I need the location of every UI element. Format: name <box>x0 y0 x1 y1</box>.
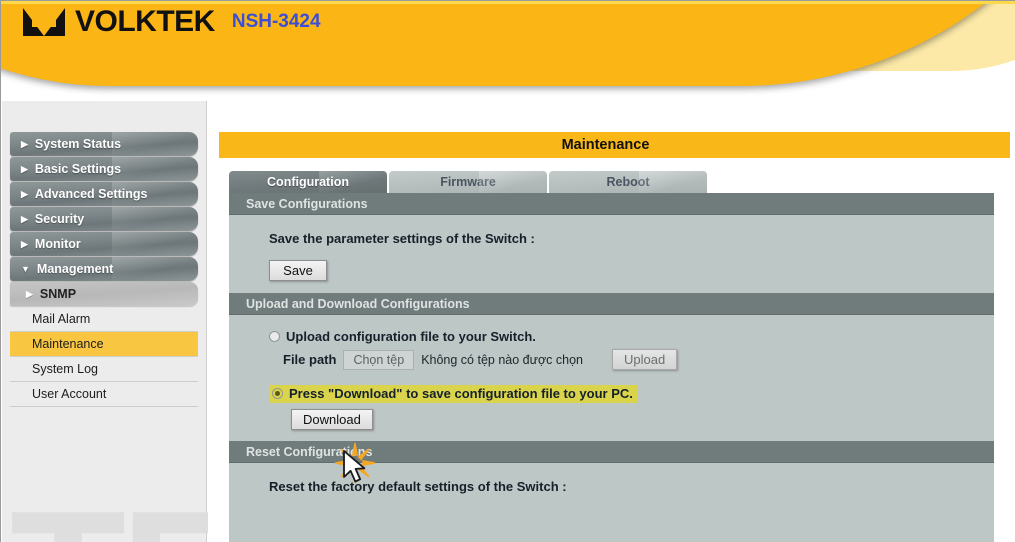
upload-radio-button[interactable] <box>269 331 280 342</box>
section-header-save-configurations: Save Configurations <box>229 193 994 215</box>
section-body-upload-download: Upload configuration file to your Switch… <box>229 315 994 440</box>
reset-description: Reset the factory default settings of th… <box>269 479 567 494</box>
sidebar-item-snmp[interactable]: ▶ SNMP <box>10 282 198 306</box>
download-option-highlight: Press "Download" to save configuration f… <box>269 385 637 403</box>
no-file-chosen-text: Không có tệp nào được chọn <box>421 352 584 367</box>
sidebar-item-monitor[interactable]: ▶ Monitor <box>10 232 198 256</box>
browser-page: VOLKTEK NSH-3424 TEK ▶ System Status ▶ B… <box>0 0 1015 542</box>
sidebar-item-user-account[interactable]: User Account <box>10 382 198 407</box>
section-body-reset: Reset the factory default settings of th… <box>229 463 994 506</box>
page-header-banner: VOLKTEK NSH-3424 <box>1 1 1015 101</box>
section-body-save-configurations: Save the parameter settings of the Switc… <box>229 215 994 293</box>
sidebar-item-label: Basic Settings <box>34 162 122 176</box>
chevron-right-icon: ▶ <box>21 188 28 199</box>
sidebar-item-label: System Log <box>32 362 99 376</box>
choose-file-button[interactable]: Chọn tệp <box>343 349 415 370</box>
sidebar-item-basic-settings[interactable]: ▶ Basic Settings <box>10 157 198 181</box>
sidebar-item-label: Advanced Settings <box>34 187 148 201</box>
save-button[interactable]: Save <box>269 260 327 281</box>
sidebar: TEK ▶ System Status ▶ Basic Settings ▶ A… <box>2 101 210 542</box>
tab-reboot[interactable]: Reboot <box>549 171 707 193</box>
device-model: NSH-3424 <box>231 11 321 32</box>
brand-logo[interactable]: VOLKTEK NSH-3424 <box>23 7 321 37</box>
download-option-label: Press "Download" to save configuration f… <box>289 386 633 401</box>
sidebar-item-label: Maintenance <box>32 337 104 351</box>
brand-name: VOLKTEK <box>75 5 215 38</box>
sidebar-item-management[interactable]: ▼ Management <box>10 257 198 281</box>
chevron-right-icon: ▶ <box>21 138 28 149</box>
chevron-right-icon: ▶ <box>21 238 28 249</box>
sidebar-item-label: Management <box>36 262 114 276</box>
sidebar-item-system-log[interactable]: System Log <box>10 357 198 382</box>
chevron-right-icon: ▶ <box>21 213 28 224</box>
sidebar-item-label: User Account <box>32 387 107 401</box>
banner-top-line <box>1 1 1015 4</box>
section-header-reset-configurations: Reset Configurations <box>229 441 994 463</box>
save-description: Save the parameter settings of the Switc… <box>269 231 535 246</box>
section-header-upload-download-configurations: Upload and Download Configurations <box>229 293 994 315</box>
volktek-v-mark-icon <box>23 8 66 36</box>
sidebar-menu: ▶ System Status ▶ Basic Settings ▶ Advan… <box>10 132 198 407</box>
sidebar-item-label: Mail Alarm <box>32 312 91 326</box>
tab-firmware[interactable]: Firmware <box>389 171 547 193</box>
main-content: Maintenance Configuration Firmware Reboo… <box>208 101 1015 542</box>
sidebar-item-label: Security <box>34 212 85 226</box>
tab-label: Configuration <box>267 175 349 189</box>
sidebar-item-label: Monitor <box>34 237 81 251</box>
page-title: Maintenance <box>219 132 1010 158</box>
brand-watermark: TEK <box>10 503 210 542</box>
chevron-down-icon: ▼ <box>21 263 30 274</box>
download-radio-button[interactable] <box>272 388 283 399</box>
sidebar-item-maintenance[interactable]: Maintenance <box>10 332 198 357</box>
sidebar-item-advanced-settings[interactable]: ▶ Advanced Settings <box>10 182 198 206</box>
sidebar-item-label: SNMP <box>39 287 77 301</box>
upload-button[interactable]: Upload <box>612 349 678 370</box>
sidebar-item-system-status[interactable]: ▶ System Status <box>10 132 198 156</box>
tab-label: Firmware <box>440 175 496 189</box>
download-option-row[interactable]: Press "Download" to save configuration f… <box>269 385 994 403</box>
upload-option-row[interactable]: Upload configuration file to your Switch… <box>269 329 994 344</box>
tab-configuration[interactable]: Configuration <box>229 171 387 193</box>
file-path-row: File path Chọn tệp Không có tệp nào được… <box>269 349 994 370</box>
sidebar-item-mail-alarm[interactable]: Mail Alarm <box>10 307 198 332</box>
chevron-right-icon: ▶ <box>26 288 33 299</box>
tab-label: Reboot <box>606 175 650 189</box>
upload-option-label: Upload configuration file to your Switch… <box>286 329 536 344</box>
configuration-panel: Save Configurations Save the parameter s… <box>229 193 994 542</box>
file-path-label: File path <box>283 352 337 367</box>
sidebar-item-label: System Status <box>34 137 122 151</box>
sidebar-item-security[interactable]: ▶ Security <box>10 207 198 231</box>
download-button[interactable]: Download <box>291 409 373 430</box>
chevron-right-icon: ▶ <box>21 163 28 174</box>
tab-bar: Configuration Firmware Reboot <box>229 171 709 193</box>
